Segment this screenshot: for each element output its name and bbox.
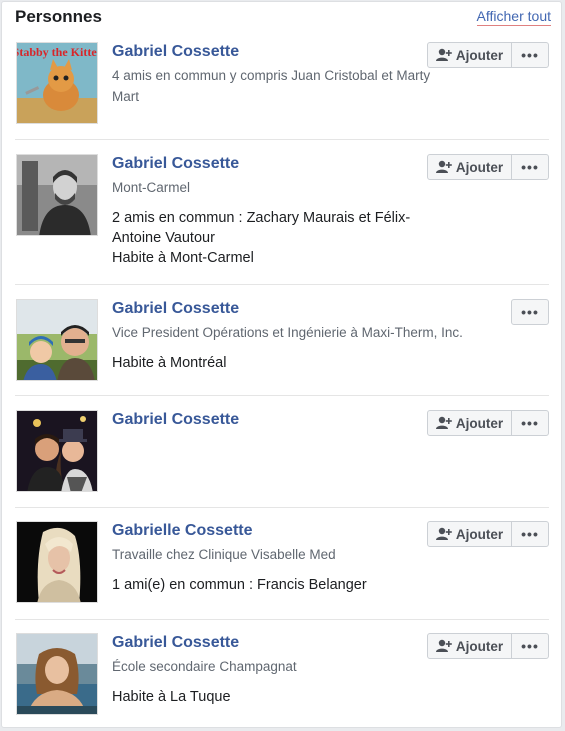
add-friend-label: Ajouter bbox=[455, 159, 504, 175]
person-info: Gabriel Cossette 4 amis en commun y comp… bbox=[112, 42, 432, 107]
book-cover-title: Stabby the Kitten bbox=[17, 45, 98, 59]
more-options-button[interactable]: ••• bbox=[511, 410, 549, 436]
avatar[interactable] bbox=[16, 410, 98, 492]
person-row: Gabriel Cossette Mont-Carmel 2 amis en c… bbox=[15, 154, 549, 285]
person-row: Gabriel Cossette École secondaire Champa… bbox=[15, 633, 549, 723]
person-info: Gabriel Cossette École secondaire Champa… bbox=[112, 633, 432, 707]
person-info: Gabriel Cossette Mont-Carmel 2 amis en c… bbox=[112, 154, 442, 268]
more-dots-icon: ••• bbox=[521, 415, 539, 431]
person-name[interactable]: Gabriel Cossette bbox=[112, 299, 472, 319]
person-name[interactable]: Gabriel Cossette bbox=[112, 42, 432, 62]
add-friend-icon bbox=[435, 527, 452, 540]
avatar[interactable] bbox=[16, 154, 98, 236]
people-results-panel: Personnes Afficher tout Stabby the Kitte… bbox=[1, 1, 562, 728]
more-options-button[interactable]: ••• bbox=[511, 42, 549, 68]
person-name[interactable]: Gabriel Cossette bbox=[112, 154, 442, 174]
person-row: Gabrielle Cossette Travaille chez Cliniq… bbox=[15, 521, 549, 620]
add-friend-icon bbox=[435, 639, 452, 652]
person-name[interactable]: Gabriel Cossette bbox=[112, 633, 432, 653]
more-dots-icon: ••• bbox=[521, 526, 539, 542]
avatar[interactable]: Stabby the Kitten bbox=[16, 42, 98, 124]
avatar[interactable] bbox=[16, 521, 98, 603]
add-friend-icon bbox=[435, 416, 452, 429]
panel-header: Personnes Afficher tout bbox=[2, 2, 561, 34]
person-info: Gabrielle Cossette Travaille chez Cliniq… bbox=[112, 521, 432, 595]
add-friend-button[interactable]: Ajouter bbox=[427, 410, 512, 436]
see-all-link[interactable]: Afficher tout bbox=[476, 8, 551, 26]
person-location: Mont-Carmel bbox=[112, 180, 191, 195]
more-options-button[interactable]: ••• bbox=[511, 521, 549, 547]
avatar[interactable] bbox=[16, 633, 98, 715]
person-row: Gabriel Cossette Ajouter ••• bbox=[15, 410, 549, 508]
person-work: Vice President Opérations et Ingénierie … bbox=[112, 325, 463, 340]
person-row: Gabriel Cossette Vice President Opératio… bbox=[15, 299, 549, 396]
add-friend-button[interactable]: Ajouter bbox=[427, 154, 512, 180]
person-lives-in: Habite à Montréal bbox=[112, 355, 227, 371]
person-work: Travaille chez Clinique Visabelle Med bbox=[112, 547, 336, 562]
person-mutual-friends: 1 ami(e) en commun : Francis Belanger bbox=[112, 577, 367, 593]
person-name[interactable]: Gabrielle Cossette bbox=[112, 521, 432, 541]
add-friend-label: Ajouter bbox=[455, 47, 504, 63]
add-friend-button[interactable]: Ajouter bbox=[427, 521, 512, 547]
more-options-button[interactable]: ••• bbox=[511, 299, 549, 325]
more-dots-icon: ••• bbox=[521, 159, 539, 175]
avatar[interactable] bbox=[16, 299, 98, 381]
person-info: Gabriel Cossette Vice President Opératio… bbox=[112, 299, 472, 373]
person-info: Gabriel Cossette bbox=[112, 410, 432, 430]
person-row: Stabby the Kitten Gabriel Cossette 4 ami… bbox=[15, 42, 549, 140]
add-friend-button[interactable]: Ajouter bbox=[427, 42, 512, 68]
add-friend-icon bbox=[435, 48, 452, 61]
person-lives-in: Habite à Mont-Carmel bbox=[112, 250, 254, 266]
more-dots-icon: ••• bbox=[521, 47, 539, 63]
add-friend-button[interactable]: Ajouter bbox=[427, 633, 512, 659]
add-friend-label: Ajouter bbox=[455, 638, 504, 654]
more-dots-icon: ••• bbox=[521, 638, 539, 654]
more-options-button[interactable]: ••• bbox=[511, 154, 549, 180]
person-mutual-friends: 2 amis en commun : Zachary Maurais et Fé… bbox=[112, 210, 411, 246]
person-name[interactable]: Gabriel Cossette bbox=[112, 410, 432, 430]
person-lives-in: Habite à La Tuque bbox=[112, 689, 231, 705]
add-friend-icon bbox=[435, 160, 452, 173]
add-friend-label: Ajouter bbox=[455, 526, 504, 542]
more-dots-icon: ••• bbox=[521, 304, 539, 320]
panel-title: Personnes bbox=[15, 7, 102, 26]
more-options-button[interactable]: ••• bbox=[511, 633, 549, 659]
add-friend-label: Ajouter bbox=[455, 415, 504, 431]
person-school: École secondaire Champagnat bbox=[112, 659, 297, 674]
person-mutual-friends: 4 amis en commun y compris Juan Cristoba… bbox=[112, 68, 431, 104]
